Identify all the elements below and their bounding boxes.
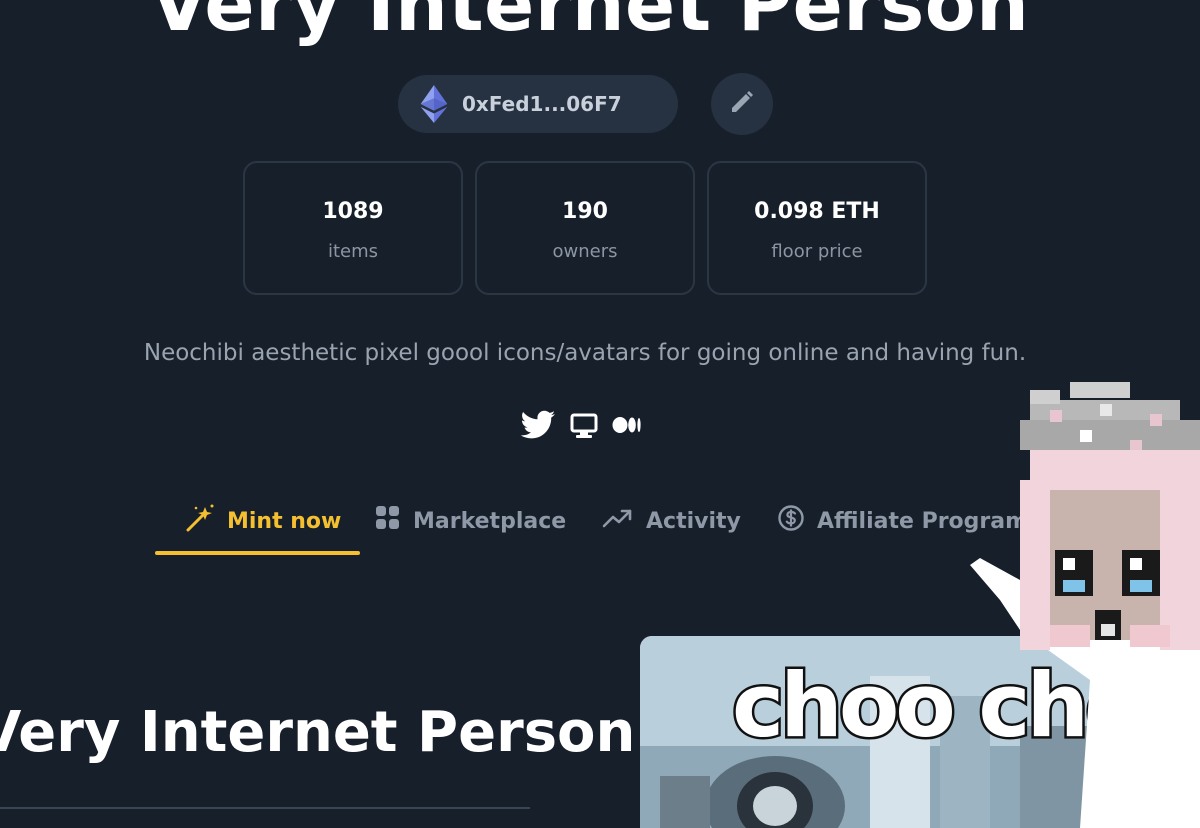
stat-label: owners (552, 241, 618, 262)
edit-button[interactable] (711, 73, 773, 135)
section-title: Very Internet Person (0, 700, 636, 765)
stat-label: floor price (771, 241, 863, 262)
active-tab-indicator (155, 551, 360, 555)
pencil-icon (728, 88, 756, 120)
tab-label: Marketplace (413, 508, 567, 534)
trending-up-icon (602, 507, 634, 535)
section-divider (0, 807, 530, 809)
ethereum-icon (420, 85, 448, 123)
magic-wand-icon (185, 503, 215, 539)
collection-page: Very Internet Person 0xFed1...06F7 1089 … (0, 0, 1200, 828)
tab-marketplace[interactable]: Marketplace (375, 496, 566, 546)
collection-description: Neochibi aesthetic pixel goool icons/ava… (143, 340, 1027, 366)
stat-card-owners: 190 owners (475, 161, 695, 295)
dollar-circle-icon (777, 504, 805, 538)
pixel-mascot-image (960, 380, 1200, 828)
twitter-icon[interactable] (520, 409, 556, 445)
stat-card-items: 1089 items (243, 161, 463, 295)
stat-value: 1089 (322, 199, 384, 224)
website-icon[interactable] (570, 411, 598, 443)
tab-mint-now[interactable]: Mint now (185, 496, 341, 546)
stat-card-floor-price: 0.098 ETH floor price (707, 161, 927, 295)
stat-value: 190 (562, 199, 608, 224)
wallet-address: 0xFed1...06F7 (462, 92, 622, 116)
tab-label: Mint now (227, 508, 342, 534)
social-links (520, 409, 642, 445)
collection-title: Very Internet Person (150, 0, 1030, 48)
stat-value: 0.098 ETH (754, 199, 880, 224)
stat-label: items (327, 241, 379, 262)
medium-icon[interactable] (612, 415, 642, 439)
grid-icon (375, 505, 401, 537)
tab-activity[interactable]: Activity (602, 496, 741, 546)
wallet-address-pill[interactable]: 0xFed1...06F7 (398, 75, 678, 133)
tab-label: Activity (646, 508, 741, 534)
